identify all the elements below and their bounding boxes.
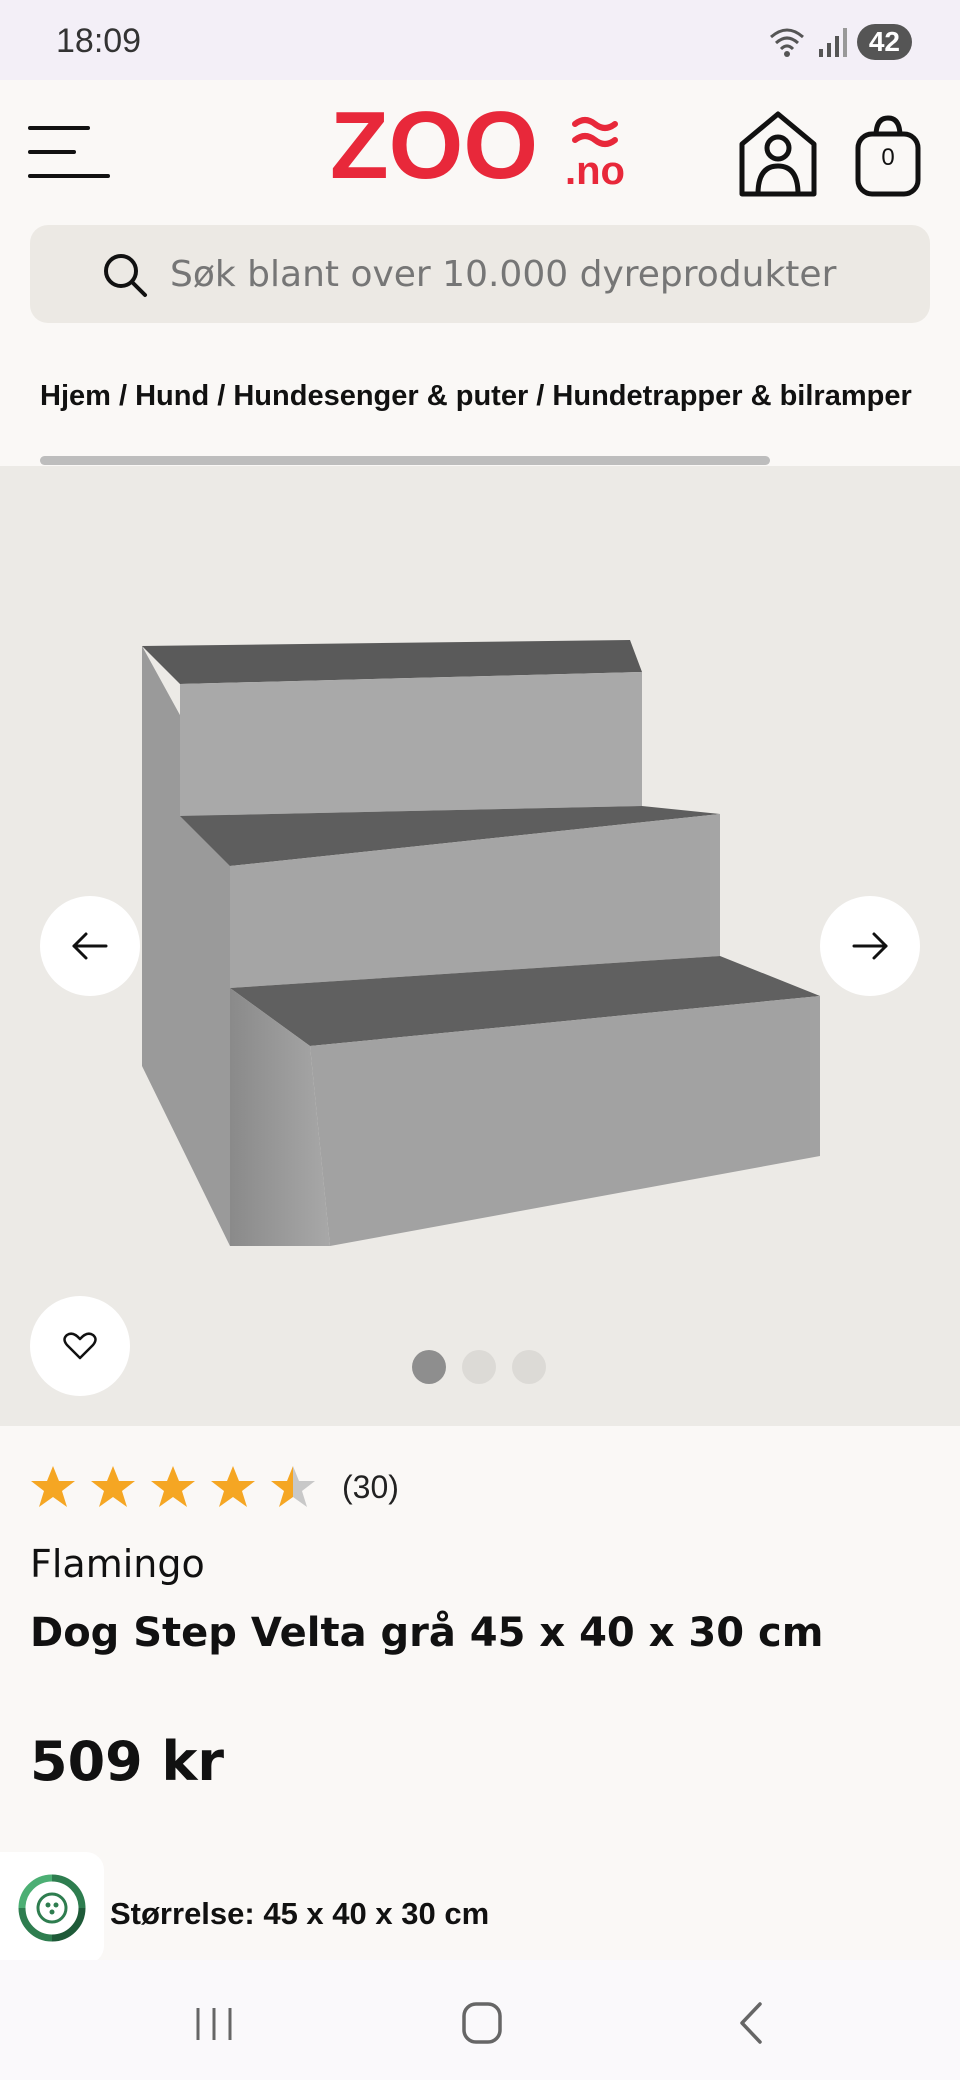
- gallery-dot-1[interactable]: [412, 1350, 446, 1384]
- product-rating[interactable]: (30): [30, 1464, 399, 1510]
- logo-suffix: .no: [565, 149, 625, 193]
- next-image-button[interactable]: [820, 896, 920, 996]
- variant-size[interactable]: Størrelse: 45 x 40 x 30 cm: [110, 1896, 489, 1932]
- breadcrumb-item-hjem[interactable]: Hjem: [40, 380, 111, 412]
- breadcrumb-item-hund[interactable]: Hund: [135, 380, 209, 412]
- search-icon: [104, 254, 147, 297]
- product-brand[interactable]: Flamingo: [30, 1542, 205, 1586]
- product-gallery: [0, 466, 960, 1426]
- wifi-icon: [769, 28, 804, 57]
- favorite-button[interactable]: [30, 1296, 130, 1396]
- back-icon[interactable]: [722, 1998, 782, 2048]
- gallery-dot-3[interactable]: [512, 1350, 546, 1384]
- account-button[interactable]: [736, 108, 820, 200]
- status-time: 18:09: [56, 22, 142, 60]
- status-icons: 42: [767, 22, 912, 62]
- search-bar[interactable]: [30, 225, 930, 323]
- menu-button[interactable]: [28, 124, 112, 180]
- search-input[interactable]: [170, 225, 890, 323]
- breadcrumb-separator: /: [110, 380, 136, 412]
- breadcrumb-separator: /: [528, 380, 553, 412]
- gallery-dot-2[interactable]: [462, 1350, 496, 1384]
- star-icon: [91, 1466, 135, 1507]
- status-bar: 18:09 42: [0, 0, 960, 80]
- arrow-right-icon: [852, 932, 888, 960]
- star-icon: [31, 1466, 75, 1507]
- hamburger-menu-icon: [28, 126, 110, 178]
- product-image[interactable]: [130, 626, 830, 1246]
- star-icon: [151, 1466, 195, 1507]
- system-nav-bar: [0, 1960, 960, 2080]
- cart-button[interactable]: 0: [852, 112, 924, 198]
- recent-apps-icon[interactable]: [184, 1998, 244, 2048]
- gallery-pagination: [412, 1350, 546, 1384]
- zoo-logo[interactable]: ZOO .no: [330, 102, 640, 202]
- home-icon[interactable]: [452, 1998, 512, 2048]
- breadcrumb-item-hundetrapper[interactable]: Hundetrapper & bilramper: [552, 380, 911, 412]
- eco-badge[interactable]: [0, 1852, 104, 1964]
- product-price: 509 kr: [30, 1730, 225, 1793]
- cart-count: 0: [881, 144, 895, 171]
- arrow-left-icon: [72, 932, 108, 960]
- previous-image-button[interactable]: [40, 896, 140, 996]
- star-icon: [211, 1466, 255, 1507]
- battery-indicator: 42: [856, 24, 912, 60]
- signal-icon: [818, 28, 847, 57]
- half-star-icon: [271, 1466, 315, 1507]
- breadcrumb: Hjem / Hund / Hundesenger & puter / Hund…: [40, 380, 960, 413]
- site-header: ZOO .no 0: [0, 80, 960, 232]
- battery-level: 42: [868, 26, 900, 57]
- review-count[interactable]: (30): [342, 1469, 399, 1506]
- breadcrumb-item-hundesenger[interactable]: Hundesenger & puter: [233, 380, 528, 412]
- recycle-leaf-icon: [18, 1874, 86, 1942]
- heart-icon: [63, 1332, 97, 1360]
- breadcrumb-scrollbar[interactable]: [40, 456, 770, 465]
- product-title: Dog Step Velta grå 45 x 40 x 30 cm: [30, 1610, 824, 1656]
- doghouse-user-icon: [739, 111, 817, 197]
- logo-text: ZOO: [330, 102, 538, 199]
- breadcrumb-separator: /: [209, 380, 234, 412]
